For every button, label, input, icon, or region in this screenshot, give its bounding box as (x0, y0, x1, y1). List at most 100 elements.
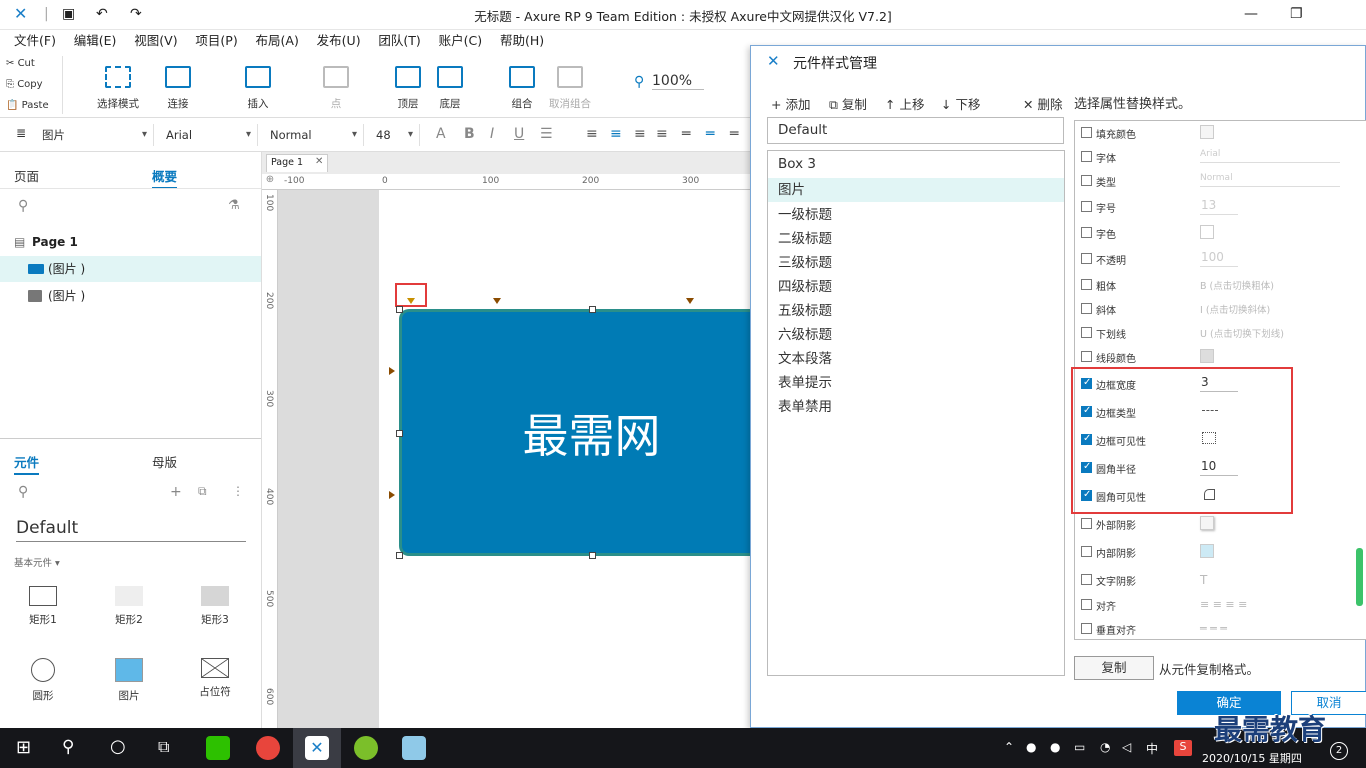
move-down-button[interactable]: ↓ 下移 (941, 94, 980, 113)
library-select[interactable]: Default (16, 518, 246, 542)
font-family-select[interactable]: Arial (160, 124, 258, 146)
tab-masters[interactable]: 母版 (152, 452, 177, 471)
rotate-handle-icon[interactable] (493, 298, 501, 304)
side-handle-icon[interactable] (389, 367, 395, 375)
style-item-selected[interactable]: 图片 (768, 178, 1064, 202)
style-item[interactable]: 六级标题 (768, 323, 1064, 347)
checkbox[interactable] (1081, 574, 1092, 585)
battery-icon[interactable]: ▭ (1074, 740, 1085, 754)
format-painter-icon[interactable]: ≣ (16, 126, 26, 140)
checkbox[interactable] (1081, 327, 1092, 338)
checkbox[interactable] (1081, 623, 1092, 634)
style-item[interactable]: 四级标题 (768, 275, 1064, 299)
close-tab-icon[interactable]: ✕ (315, 156, 323, 167)
checkbox[interactable] (1081, 201, 1092, 212)
resize-handle[interactable] (589, 306, 596, 313)
style-item[interactable]: 五级标题 (768, 299, 1064, 323)
insert-button[interactable]: 插入 (228, 66, 288, 111)
app-icon[interactable] (402, 736, 426, 760)
tab-widgets[interactable]: 元件 (14, 452, 40, 475)
windows-start-icon[interactable]: ⊞ (16, 737, 31, 758)
resize-handle[interactable] (396, 430, 403, 437)
italic-icon[interactable]: I (490, 126, 494, 142)
copy-format-button[interactable]: 复制 (1074, 656, 1154, 680)
sogou-icon[interactable]: S (1174, 740, 1192, 756)
qq-tray-icon[interactable]: ● (1050, 740, 1060, 754)
menu-account[interactable]: 账户(C) (439, 30, 482, 52)
section-basic[interactable]: 基本元件 ▾ (14, 555, 60, 569)
task-view-icon[interactable]: ⧉ (158, 737, 169, 757)
checkbox[interactable] (1081, 518, 1092, 529)
menu-layout[interactable]: 布局(A) (256, 30, 299, 52)
page-tab[interactable]: Page 1 ✕ (266, 154, 328, 172)
point-button[interactable]: 点 (306, 66, 366, 111)
checkbox[interactable] (1081, 253, 1092, 264)
volume-icon[interactable]: ◁ (1122, 740, 1131, 754)
valign-middle-icon[interactable]: ═ (706, 126, 714, 142)
filter-icon[interactable]: ⚗ (228, 198, 240, 213)
style-item[interactable]: 文本段落 (768, 347, 1064, 371)
menu-file[interactable]: 文件(F) (14, 30, 56, 52)
search-icon[interactable]: ⚲ (18, 198, 28, 214)
duplicate-style-button[interactable]: ⧉ 复制 (829, 94, 867, 113)
checkbox[interactable] (1081, 227, 1092, 238)
resize-handle[interactable] (396, 552, 403, 559)
notification-count[interactable]: 2 (1330, 742, 1348, 760)
bullet-list-icon[interactable]: ☰ (540, 126, 553, 142)
add-style-button[interactable]: + 添加 (771, 94, 810, 113)
underline-icon[interactable]: U (514, 126, 524, 142)
wifi-icon[interactable]: ◔ (1100, 740, 1110, 754)
align-left-icon[interactable]: ≡ (586, 126, 598, 142)
valign-bottom-icon[interactable]: ═ (730, 126, 738, 142)
style-item[interactable]: 一级标题 (768, 203, 1064, 227)
outline-item[interactable]: (图片 ) (0, 283, 261, 309)
align-right-icon[interactable]: ≡ (634, 126, 646, 142)
ungroup-button[interactable]: 取消组合 (540, 66, 600, 111)
cortana-icon[interactable]: ○ (110, 736, 126, 757)
widget-style-select[interactable]: 图片 (36, 124, 154, 146)
style-item[interactable]: 表单禁用 (768, 395, 1064, 419)
corner-radius-handle-icon[interactable] (407, 298, 415, 304)
axure-taskbar-icon[interactable]: ✕ (305, 736, 329, 760)
outline-page-row[interactable]: ▤ Page 1 (0, 229, 261, 255)
widget-rect2[interactable]: 矩形2 (94, 586, 164, 627)
tray-up-icon[interactable]: ⌃ (1004, 740, 1014, 754)
chrome-icon[interactable] (256, 736, 280, 760)
menu-view[interactable]: 视图(V) (134, 30, 177, 52)
rotate-handle-icon[interactable] (686, 298, 694, 304)
style-item[interactable]: Box 3 (768, 152, 1064, 176)
maximize-icon[interactable]: ❐ (1290, 6, 1303, 22)
menu-edit[interactable]: 编辑(E) (74, 30, 117, 52)
minimize-icon[interactable]: — (1244, 6, 1258, 22)
wechat-tray-icon[interactable]: ● (1026, 740, 1036, 754)
send-back-button[interactable]: 底层 (420, 66, 480, 111)
app-icon[interactable] (354, 736, 378, 760)
search-icon[interactable]: ⚲ (18, 484, 28, 500)
copy-button[interactable]: ⎘ Copy (6, 79, 43, 90)
menu-project[interactable]: 项目(P) (195, 30, 237, 52)
checkbox[interactable] (1081, 546, 1092, 557)
outline-item[interactable]: (图片 ) (0, 256, 261, 282)
widget-placeholder[interactable]: 占位符 (180, 658, 250, 699)
default-style-field[interactable]: Default (767, 117, 1064, 144)
widget-rect3[interactable]: 矩形3 (180, 586, 250, 627)
widget-rect1[interactable]: 矩形1 (8, 586, 78, 627)
align-center-icon[interactable]: ≡ (610, 126, 622, 142)
font-weight-select[interactable]: Normal (264, 124, 364, 146)
menu-team[interactable]: 团队(T) (378, 30, 420, 52)
ime-indicator[interactable]: 中 (1146, 740, 1158, 757)
style-item[interactable]: 表单提示 (768, 371, 1064, 395)
more-icon[interactable]: ⋮ (232, 484, 244, 498)
library-icon[interactable]: ⧉ (198, 484, 207, 499)
style-item[interactable]: 三级标题 (768, 251, 1064, 275)
checkbox[interactable] (1081, 303, 1092, 314)
checkbox[interactable] (1081, 151, 1092, 162)
menu-help[interactable]: 帮助(H) (500, 30, 544, 52)
text-color-icon[interactable]: A (436, 126, 446, 142)
zoom-select[interactable]: 100% (652, 73, 704, 90)
style-item[interactable]: 二级标题 (768, 227, 1064, 251)
bold-icon[interactable]: B (464, 126, 475, 142)
search-icon[interactable]: ⚲ (62, 737, 74, 757)
select-mode-button[interactable]: 选择模式 (88, 66, 148, 111)
paste-button[interactable]: 📋 Paste (6, 100, 49, 111)
